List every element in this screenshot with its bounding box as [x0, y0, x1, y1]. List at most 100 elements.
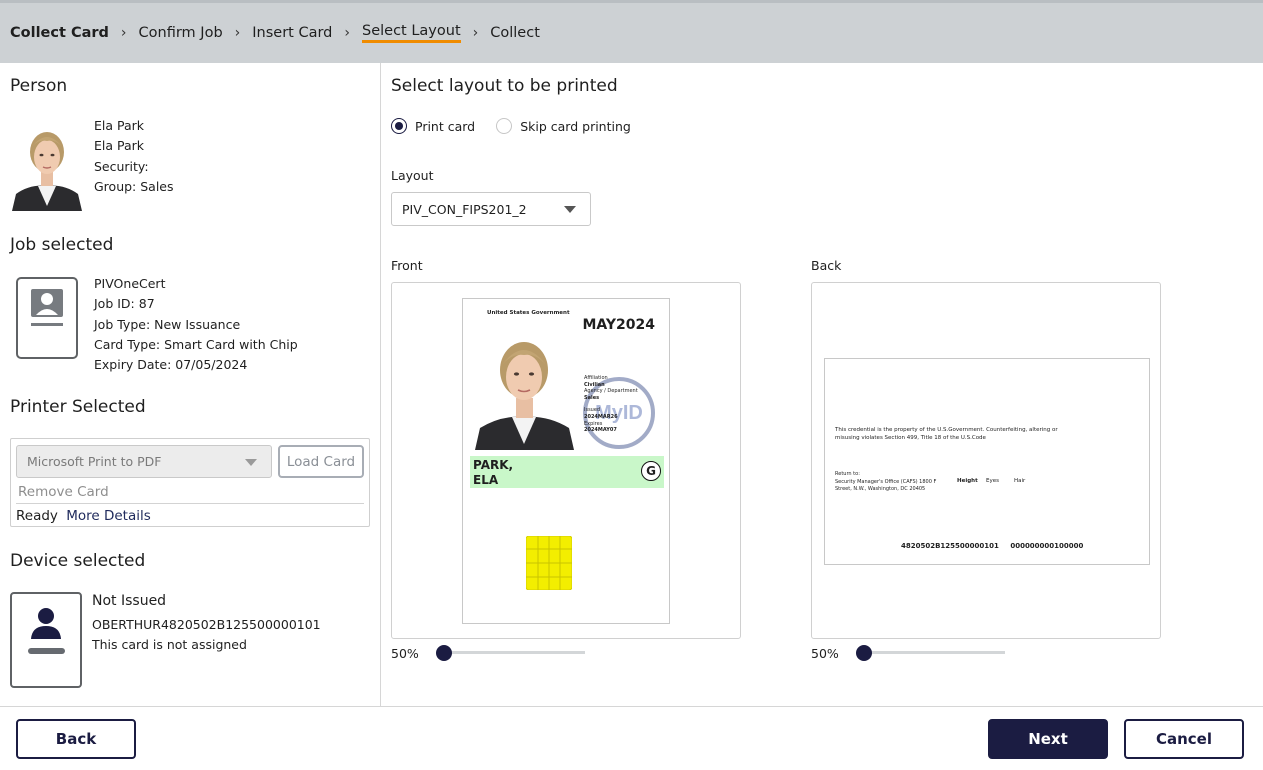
radio-selected-icon [391, 118, 407, 134]
expires-label: Expires [584, 420, 603, 427]
layout-panel: Select layout to be printed Print card S… [381, 63, 1263, 706]
agency-label: Agency / Department [584, 388, 638, 395]
card-badge: G [641, 461, 661, 481]
height-label: Height [957, 478, 978, 484]
breadcrumb-collect[interactable]: Collect [490, 25, 540, 41]
back-button[interactable]: Back [16, 719, 136, 759]
front-zoom-label: 50% [391, 646, 419, 661]
footer-bar: Back Next Cancel [0, 706, 1263, 770]
card-back-notice: This credential is the property of the U… [835, 427, 1058, 441]
job-card-type: Card Type: Smart Card with Chip [94, 336, 298, 352]
job-heading: Job selected [10, 235, 114, 255]
front-zoom-slider[interactable] [436, 645, 452, 661]
breadcrumb-collect-card[interactable]: Collect Card [10, 25, 109, 41]
card-date: MAY2024 [582, 317, 655, 333]
skip-card-printing-radio[interactable]: Skip card printing [496, 118, 631, 134]
layout-label: Layout [391, 168, 434, 183]
device-card-icon [10, 592, 82, 688]
front-zoom-track[interactable] [438, 651, 585, 654]
more-details-link[interactable]: More Details [66, 508, 151, 524]
device-note: This card is not assigned [92, 637, 247, 653]
issued-label: Issued [584, 407, 601, 414]
person-display-name: Ela Park [94, 138, 145, 154]
card-name: PARK, ELA [473, 458, 513, 488]
hair-label: Hair [1014, 478, 1026, 484]
device-heading: Device selected [10, 551, 146, 571]
printer-heading: Printer Selected [10, 397, 146, 417]
card-chip-icon [525, 535, 573, 591]
next-button[interactable]: Next [988, 719, 1108, 759]
back-preview: This credential is the property of the U… [811, 282, 1161, 639]
job-card-icon [16, 277, 78, 359]
front-label: Front [391, 258, 423, 273]
card-last-name: PARK, [473, 458, 514, 472]
person-name: Ela Park [94, 118, 145, 133]
card-photo [473, 327, 576, 450]
person-heading: Person [10, 76, 68, 96]
expires-value: 2024MAY07 [584, 427, 617, 434]
job-id: Job ID: 87 [94, 296, 155, 312]
print-card-label: Print card [415, 118, 476, 134]
layout-heading: Select layout to be printed [391, 76, 618, 96]
chevron-right-icon: › [472, 25, 479, 41]
card-secondary-code: 000000000100000 [1010, 542, 1084, 550]
card-first-name: ELA [473, 473, 499, 487]
return-to-label: Return to: [835, 471, 860, 477]
chevron-down-icon [564, 206, 576, 213]
card-info: Affiliation Civilian Agency / Department… [584, 375, 638, 434]
breadcrumb-confirm-job[interactable]: Confirm Job [139, 25, 223, 41]
chevron-right-icon: › [344, 25, 350, 41]
breadcrumb: Collect Card › Confirm Job › Insert Card… [10, 23, 540, 43]
card-back-codes: 4820502B125500000101 000000000100000 [901, 542, 1083, 550]
issued-value: 2024MAR26 [584, 413, 618, 420]
cancel-button[interactable]: Cancel [1124, 719, 1244, 759]
layout-select-value: PIV_CON_FIPS201_2 [402, 201, 527, 217]
card-name-band: PARK, ELA G [470, 456, 664, 488]
radio-unselected-icon [496, 118, 513, 134]
chevron-right-icon: › [234, 25, 241, 41]
front-preview: United States Government MAY2024 MyID Af… [391, 282, 741, 639]
card-back-return: Return to: Security Manager's Office (CA… [835, 471, 936, 494]
device-serial: OBERTHUR4820502B125500000101 [92, 617, 321, 632]
agency-value: Sales [584, 394, 600, 401]
affiliation-label: Affiliation [584, 375, 608, 381]
printer-select-value: Microsoft Print to PDF [27, 454, 162, 469]
divider [16, 503, 364, 504]
job-name: PIVOneCert [94, 276, 166, 291]
print-card-radio[interactable]: Print card [391, 118, 475, 134]
load-card-button[interactable]: Load Card [278, 445, 364, 478]
back-zoom-track[interactable] [858, 651, 1005, 654]
return-address-line2: Street, N.W., Washington, DC 20405 [835, 486, 926, 492]
remove-card-button[interactable]: Remove Card [18, 484, 109, 500]
affiliation-value: Civilian [584, 381, 605, 388]
summary-panel: Person Ela Park Ela Park Security: Group… [0, 63, 381, 706]
chevron-right-icon: › [120, 25, 127, 41]
printer-panel: Microsoft Print to PDF Load Card Remove … [10, 438, 370, 527]
card-back: This credential is the property of the U… [824, 358, 1150, 565]
printer-status-row: Ready More Details [16, 508, 151, 524]
job-details: PIVOneCert Job ID: 87 Job Type: New Issu… [94, 274, 298, 375]
card-gov-text: United States Government [487, 310, 570, 316]
printer-select[interactable]: Microsoft Print to PDF [16, 445, 272, 478]
job-type: Job Type: New Issuance [94, 316, 241, 332]
person-photo [10, 120, 84, 211]
chevron-down-icon [245, 458, 257, 466]
layout-select[interactable]: PIV_CON_FIPS201_2 [391, 192, 591, 226]
person-security: Security: [94, 158, 149, 174]
back-zoom-label: 50% [811, 646, 839, 661]
person-group: Group: Sales [94, 178, 174, 194]
device-details: OBERTHUR4820502B125500000101 This card i… [92, 615, 321, 656]
header-bar: Collect Card › Confirm Job › Insert Card… [0, 0, 1263, 63]
card-serial-code: 4820502B125500000101 [901, 542, 999, 550]
breadcrumb-insert-card[interactable]: Insert Card [252, 25, 332, 41]
device-status: Not Issued [92, 593, 167, 609]
return-address-line1: Security Manager's Office (CAFS) 1800 F [835, 478, 937, 485]
breadcrumb-select-layout[interactable]: Select Layout [362, 23, 461, 43]
print-option-group: Print card Skip card printing [391, 118, 647, 138]
skip-card-printing-label: Skip card printing [520, 118, 631, 134]
back-zoom-slider[interactable] [856, 645, 872, 661]
job-expiry: Expiry Date: 07/05/2024 [94, 357, 248, 373]
eyes-label: Eyes [986, 478, 999, 484]
person-details: Ela Park Ela Park Security: Group: Sales [94, 116, 174, 197]
back-label: Back [811, 258, 842, 273]
